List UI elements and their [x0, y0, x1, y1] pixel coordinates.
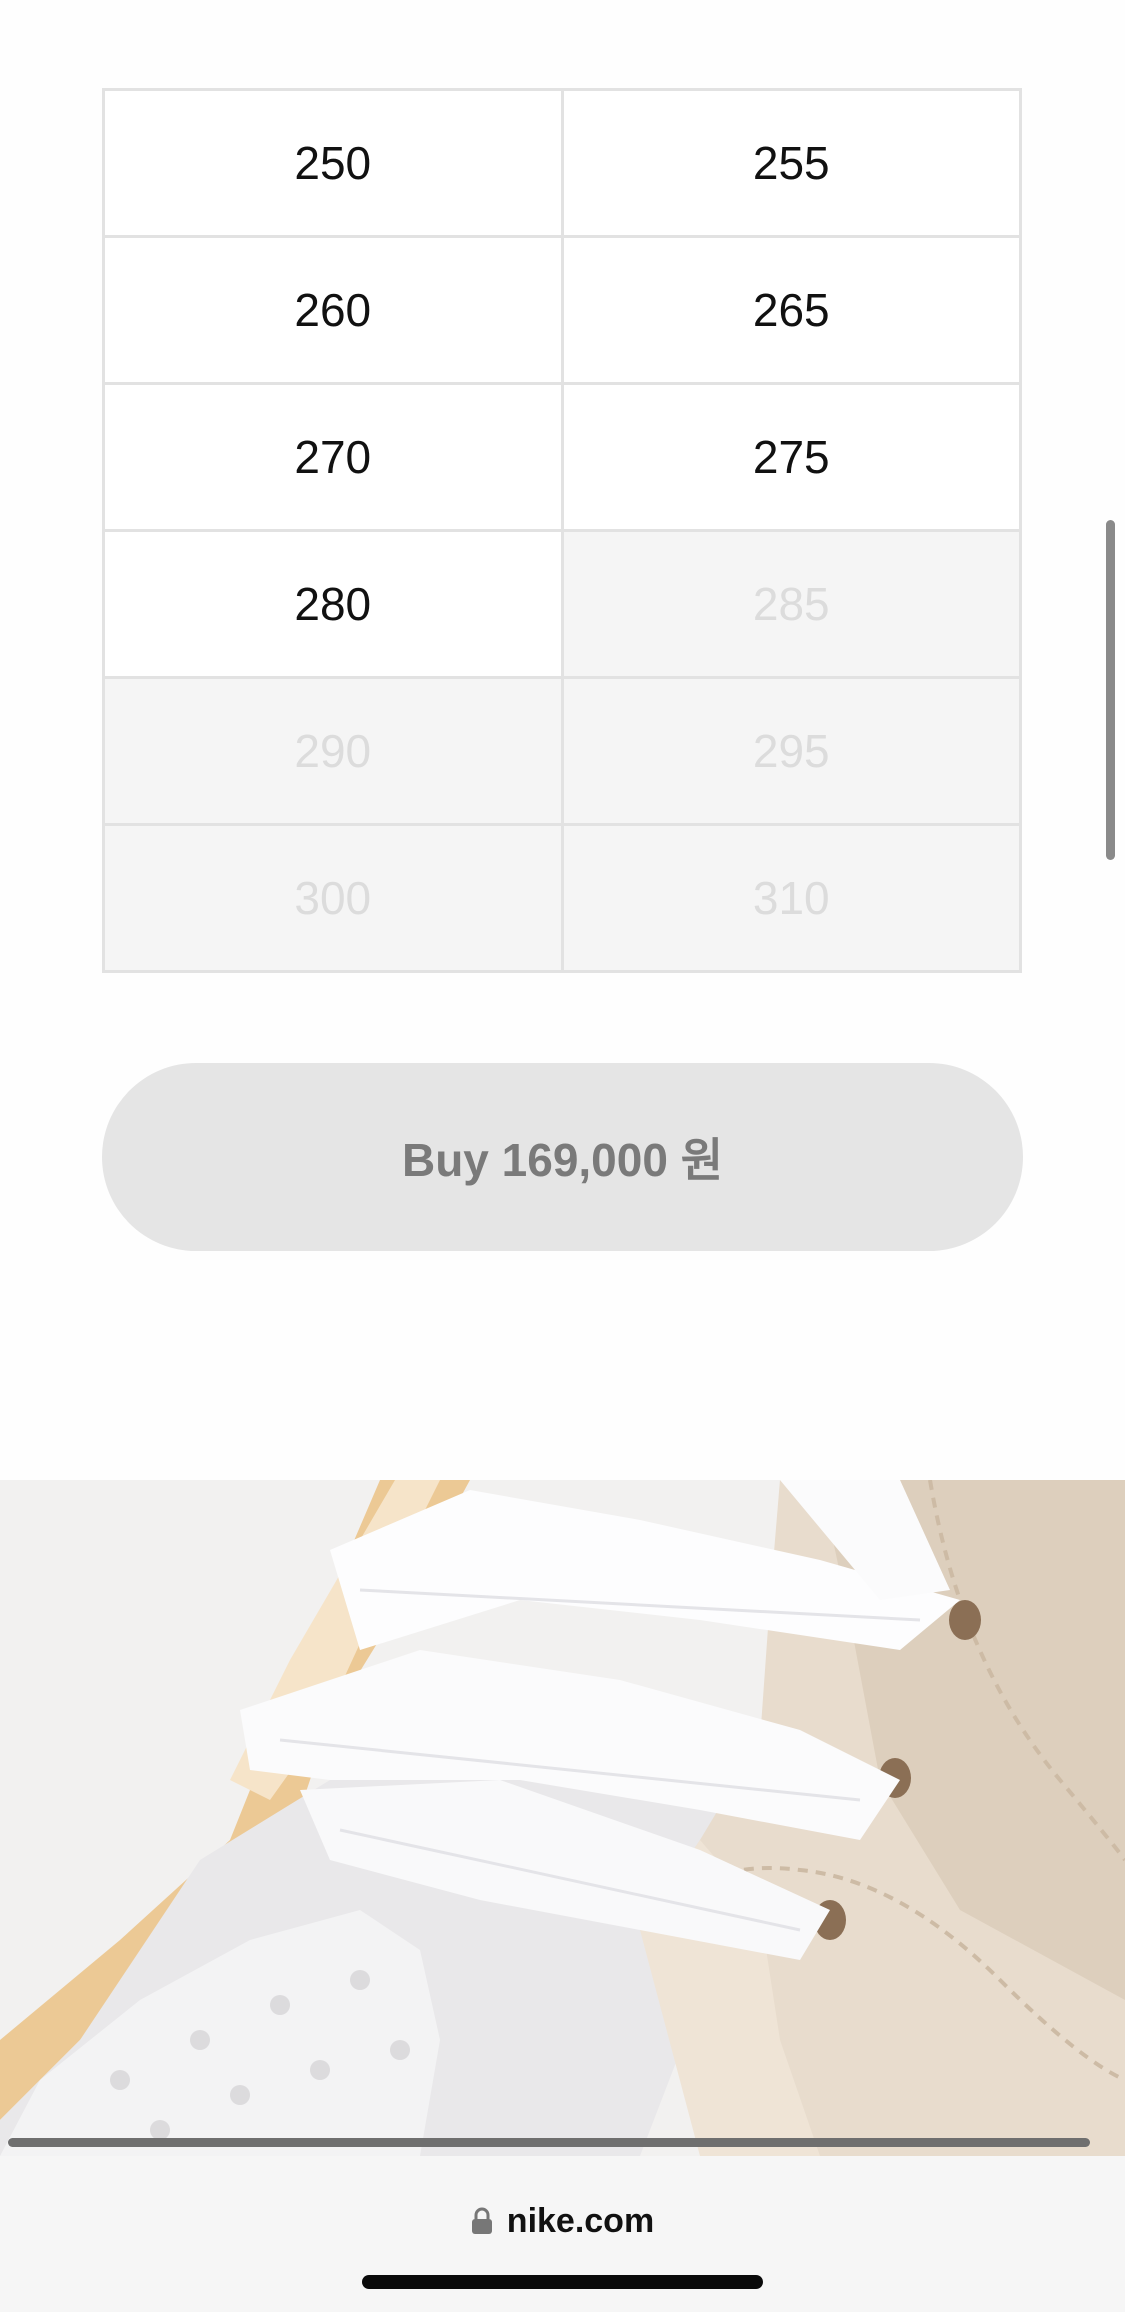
size-option[interactable]: 255 — [563, 91, 1022, 238]
lock-icon — [471, 2207, 493, 2235]
vertical-scrollbar[interactable] — [1106, 520, 1115, 860]
browser-bottom-bar: nike.com — [0, 2156, 1125, 2312]
size-option[interactable]: 275 — [563, 385, 1022, 532]
size-option[interactable]: 250 — [105, 91, 564, 238]
buy-button[interactable]: Buy 169,000 원 — [102, 1063, 1023, 1251]
size-option[interactable]: 265 — [563, 238, 1022, 385]
product-page: 250 255 260 265 270 275 280 285 290 295 … — [0, 0, 1125, 2312]
size-option: 285 — [563, 532, 1022, 679]
size-option: 290 — [105, 679, 564, 826]
size-option: 300 — [105, 826, 564, 973]
size-option[interactable]: 280 — [105, 532, 564, 679]
shoe-closeup-image — [0, 1480, 1125, 2156]
size-option: 310 — [563, 826, 1022, 973]
home-indicator[interactable] — [362, 2275, 763, 2289]
size-option[interactable]: 270 — [105, 385, 564, 532]
size-option: 295 — [563, 679, 1022, 826]
size-grid: 250 255 260 265 270 275 280 285 290 295 … — [102, 88, 1022, 973]
url-text: nike.com — [506, 2201, 655, 2240]
size-option[interactable]: 260 — [105, 238, 564, 385]
horizontal-scrollbar[interactable] — [8, 2138, 1090, 2147]
url-field[interactable]: nike.com — [0, 2196, 1125, 2246]
